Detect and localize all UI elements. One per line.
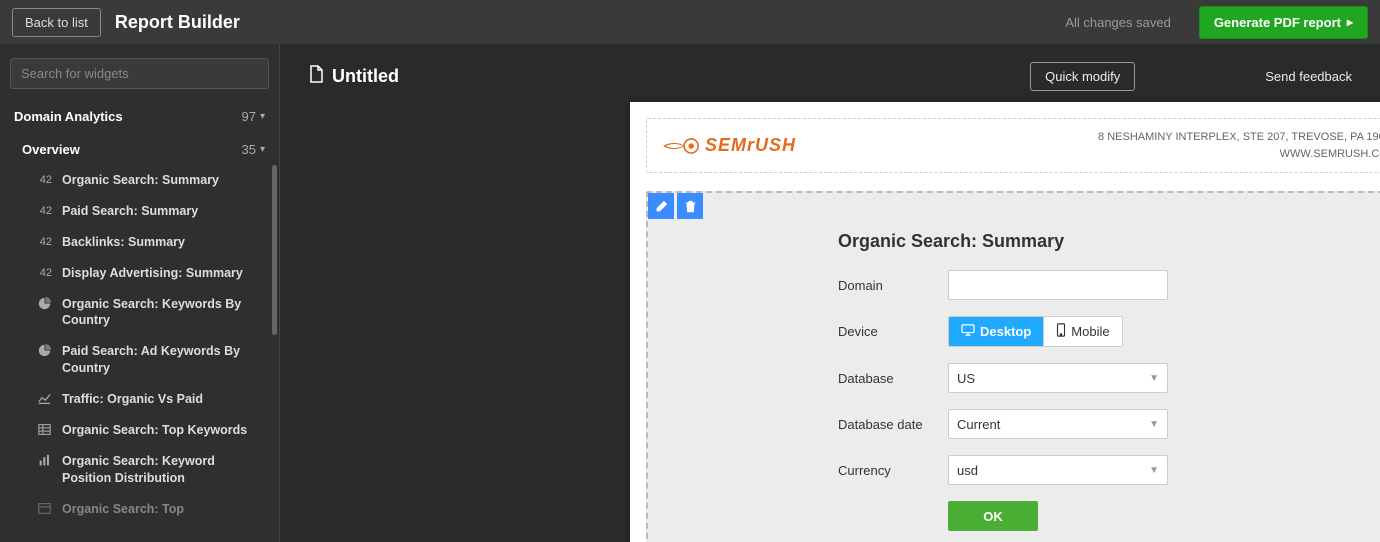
company-website: WWW.SEMRUSH.COM xyxy=(1098,146,1380,163)
chevron-down-icon: ▼ xyxy=(1149,373,1159,384)
sidebar-subcategory-overview[interactable]: Overview 35 ▾ xyxy=(0,134,279,165)
mobile-icon xyxy=(1056,323,1066,340)
widget-editor: Organic Search: Summary Domain Device xyxy=(646,191,1380,542)
database-date-select[interactable]: Current ▼ xyxy=(948,409,1168,439)
sidebar-item-backlinks-summary[interactable]: 42 Backlinks: Summary xyxy=(0,227,279,258)
database-date-label: Database date xyxy=(838,417,948,432)
sidebar-category-domain-analytics[interactable]: Domain Analytics 97 ▾ xyxy=(0,99,279,134)
send-feedback-link[interactable]: Send feedback xyxy=(1265,69,1352,84)
sidebar-item-organic-search-summary[interactable]: 42 Organic Search: Summary xyxy=(0,165,279,196)
chevron-right-icon: ▸ xyxy=(1347,15,1353,29)
scrollbar[interactable] xyxy=(272,165,277,335)
document-title[interactable]: Untitled xyxy=(308,65,399,88)
sidebar-item-label: Traffic: Organic Vs Paid xyxy=(62,391,265,408)
sidebar-item-label: Organic Search: Top xyxy=(62,501,265,518)
brand-logo: SEMrUSH xyxy=(663,135,796,156)
sidebar-item-display-advertising-summary[interactable]: 42 Display Advertising: Summary xyxy=(0,258,279,289)
generate-pdf-label: Generate PDF report xyxy=(1214,15,1341,30)
chevron-down-icon: ▾ xyxy=(260,111,265,122)
database-date-value: Current xyxy=(957,417,1000,432)
widget-list: 42 Organic Search: Summary 42 Paid Searc… xyxy=(0,165,279,542)
flame-icon xyxy=(663,136,699,156)
subcategory-count: 35 xyxy=(242,142,256,157)
sidebar-item-label: Paid Search: Ad Keywords By Country xyxy=(62,343,265,377)
sidebar-item-label: Organic Search: Keywords By Country xyxy=(62,296,265,330)
chevron-down-icon: ▼ xyxy=(1149,419,1159,430)
table-icon xyxy=(36,423,52,436)
edit-widget-button[interactable] xyxy=(648,193,674,219)
app-title: Report Builder xyxy=(115,12,240,33)
sidebar-item-paid-search-summary[interactable]: 42 Paid Search: Summary xyxy=(0,196,279,227)
chevron-down-icon: ▼ xyxy=(1149,465,1159,476)
pencil-icon xyxy=(655,200,668,213)
brand-text: SEMrUSH xyxy=(705,135,796,156)
desktop-icon xyxy=(961,324,975,339)
quick-modify-button[interactable]: Quick modify xyxy=(1030,62,1135,91)
device-mobile-button[interactable]: Mobile xyxy=(1043,317,1121,346)
category-count: 97 xyxy=(242,109,256,124)
sidebar-item-organic-keywords-by-country[interactable]: Organic Search: Keywords By Country xyxy=(0,289,279,337)
line-chart-icon xyxy=(36,392,52,405)
table-icon xyxy=(36,502,52,515)
save-status: All changes saved xyxy=(1065,15,1171,30)
report-canvas: SEMrUSH 8 NESHAMINY INTERPLEX, STE 207, … xyxy=(630,102,1380,542)
category-label: Domain Analytics xyxy=(14,109,123,124)
currency-value: usd xyxy=(957,463,978,478)
main-area: Untitled Quick modify Send feedback SEMr… xyxy=(280,44,1380,542)
delete-widget-button[interactable] xyxy=(677,193,703,219)
sidebar-item-paid-ad-keywords-by-country[interactable]: Paid Search: Ad Keywords By Country xyxy=(0,336,279,384)
widget-title: Organic Search: Summary xyxy=(838,231,1358,252)
domain-label: Domain xyxy=(838,278,948,293)
back-to-list-button[interactable]: Back to list xyxy=(12,8,101,37)
pie-chart-icon xyxy=(36,297,52,310)
chevron-down-icon: ▾ xyxy=(260,144,265,155)
subcategory-label: Overview xyxy=(22,142,80,157)
ok-button[interactable]: OK xyxy=(948,501,1038,531)
database-value: US xyxy=(957,371,975,386)
size-icon: 42 xyxy=(36,235,52,250)
sidebar-item-label: Organic Search: Keyword Position Distrib… xyxy=(62,453,265,487)
device-desktop-button[interactable]: Desktop xyxy=(949,317,1043,346)
database-select[interactable]: US ▼ xyxy=(948,363,1168,393)
topbar: Back to list Report Builder All changes … xyxy=(0,0,1380,44)
size-icon: 42 xyxy=(36,173,52,188)
document-icon xyxy=(308,65,324,88)
device-label: Device xyxy=(838,324,948,339)
sidebar-item-label: Organic Search: Summary xyxy=(62,172,265,189)
domain-input[interactable] xyxy=(948,270,1168,300)
company-address: 8 NESHAMINY INTERPLEX, STE 207, TREVOSE,… xyxy=(1098,129,1380,146)
sidebar-item-organic-keyword-position-distribution[interactable]: Organic Search: Keyword Position Distrib… xyxy=(0,446,279,494)
generate-pdf-button[interactable]: Generate PDF report ▸ xyxy=(1199,6,1368,39)
report-header-block[interactable]: SEMrUSH 8 NESHAMINY INTERPLEX, STE 207, … xyxy=(646,118,1380,173)
sidebar-item-label: Paid Search: Summary xyxy=(62,203,265,220)
bar-chart-icon xyxy=(36,454,52,467)
device-mobile-label: Mobile xyxy=(1071,324,1109,339)
sidebar: Domain Analytics 97 ▾ Overview 35 ▾ 42 O… xyxy=(0,44,280,542)
widget-config-form: Organic Search: Summary Domain Device xyxy=(838,231,1358,531)
sidebar-item-label: Organic Search: Top Keywords xyxy=(62,422,265,439)
database-label: Database xyxy=(838,371,948,386)
sidebar-item-traffic-organic-vs-paid[interactable]: Traffic: Organic Vs Paid xyxy=(0,384,279,415)
sidebar-item-label: Display Advertising: Summary xyxy=(62,265,265,282)
sidebar-item-truncated[interactable]: Organic Search: Top xyxy=(0,494,279,525)
currency-label: Currency xyxy=(838,463,948,478)
document-title-text: Untitled xyxy=(332,66,399,87)
pie-chart-icon xyxy=(36,344,52,357)
sidebar-item-label: Backlinks: Summary xyxy=(62,234,265,251)
size-icon: 42 xyxy=(36,266,52,281)
sidebar-item-organic-top-keywords[interactable]: Organic Search: Top Keywords xyxy=(0,415,279,446)
size-icon: 42 xyxy=(36,204,52,219)
currency-select[interactable]: usd ▼ xyxy=(948,455,1168,485)
trash-icon xyxy=(684,200,697,213)
device-toggle: Desktop Mobile xyxy=(948,316,1123,347)
widget-search-input[interactable] xyxy=(10,58,269,89)
device-desktop-label: Desktop xyxy=(980,324,1031,339)
